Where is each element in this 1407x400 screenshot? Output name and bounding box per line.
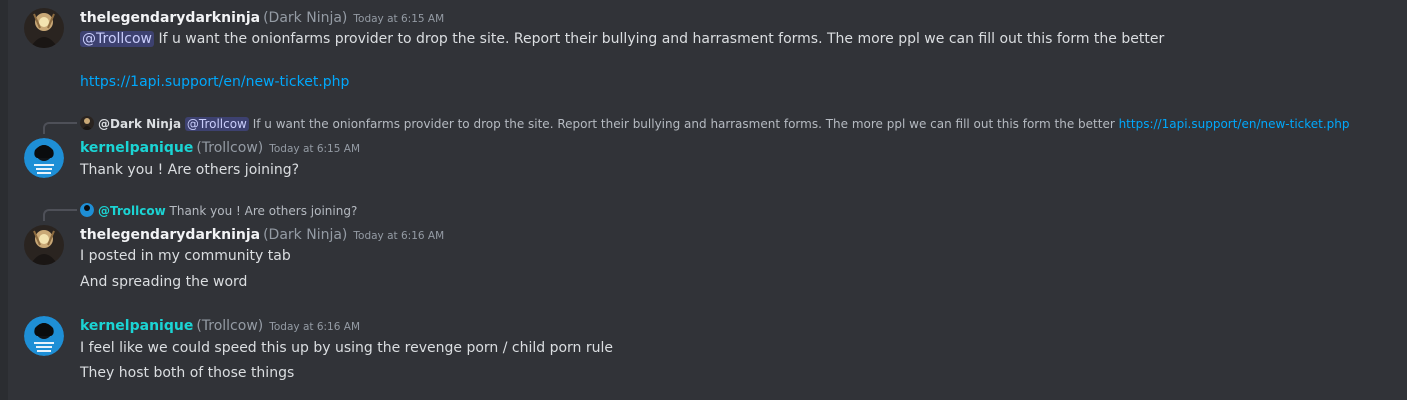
message-header: kernelpanique (Trollcow) Today at 6:15 AM [80, 137, 360, 159]
message-text: They host both of those things [80, 365, 295, 381]
username[interactable]: kernelpanique [80, 140, 193, 156]
message-text: If u want the onionfarms provider to dro… [154, 31, 1165, 47]
username[interactable]: kernelpanique [80, 318, 193, 334]
reply-avatar-icon [80, 116, 94, 130]
avatar-kernelpanique[interactable] [24, 316, 64, 356]
message-text: And spreading the word [80, 274, 248, 290]
nickname: (Trollcow) [196, 318, 264, 334]
nickname: (Dark Ninja) [263, 227, 348, 243]
timestamp: Today at 6:15 AM [353, 13, 445, 25]
username[interactable]: thelegendarydarkninja [80, 10, 260, 26]
reply-text: If u want the onionfarms provider to dro… [248, 117, 1119, 131]
timestamp: Today at 6:15 AM [269, 143, 361, 155]
reply-avatar-icon [80, 203, 94, 217]
message-link-line: https://1api.support/en/new-ticket.php [80, 72, 349, 92]
reply-preview[interactable]: @Dark Ninja @Trollcow If u want the onio… [80, 116, 1350, 132]
message-text: I posted in my community tab [80, 248, 291, 264]
avatar-kernelpanique[interactable] [24, 138, 64, 178]
timestamp: Today at 6:16 AM [353, 230, 445, 242]
reply-author[interactable]: @Dark Ninja [98, 117, 181, 131]
message-content: @Trollcow If u want the onionfarms provi… [80, 29, 1164, 49]
avatar-dark-ninja[interactable] [24, 8, 64, 48]
reply-text: Thank you ! Are others joining? [165, 204, 358, 218]
username[interactable]: thelegendarydarkninja [80, 227, 260, 243]
reply-author[interactable]: @Trollcow [98, 204, 166, 218]
reply-mention[interactable]: @Trollcow [184, 117, 249, 131]
nickname: (Trollcow) [196, 140, 264, 156]
reply-preview[interactable]: @Trollcow Thank you ! Are others joining… [80, 203, 357, 219]
nickname: (Dark Ninja) [263, 10, 348, 26]
channel-edge [0, 0, 8, 400]
message-header: kernelpanique (Trollcow) Today at 6:16 AM [80, 315, 360, 337]
timestamp: Today at 6:16 AM [269, 321, 361, 333]
reply-spine [43, 209, 77, 221]
reply-link[interactable]: https://1api.support/en/new-ticket.php [1119, 117, 1350, 131]
message-text: I feel like we could speed this up by us… [80, 340, 614, 356]
message-header: thelegendarydarkninja (Dark Ninja) Today a… [80, 224, 444, 246]
user-mention[interactable]: @Trollcow [80, 31, 154, 47]
message-text: Thank you ! Are others joining? [80, 162, 300, 178]
avatar-dark-ninja[interactable] [24, 225, 64, 265]
message-header: thelegendarydarkninja (Dark Ninja) Today a… [80, 7, 444, 29]
ticket-link[interactable]: https://1api.support/en/new-ticket.php [80, 74, 349, 90]
reply-spine [43, 122, 77, 134]
